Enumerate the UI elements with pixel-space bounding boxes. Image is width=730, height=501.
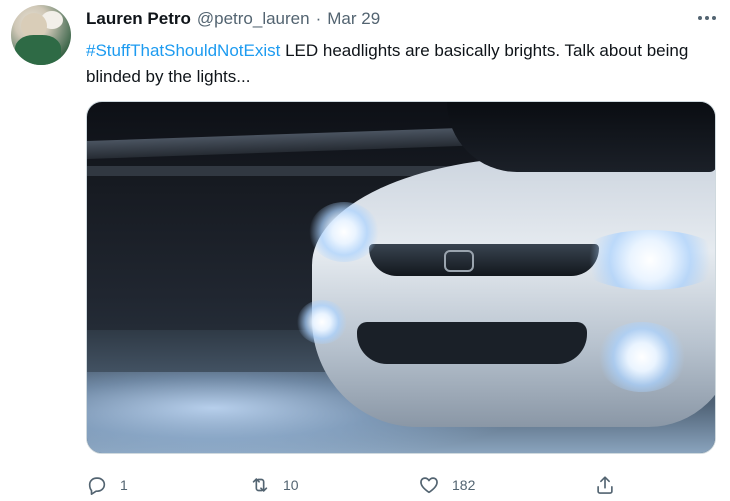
like-button[interactable]: 182	[418, 470, 475, 500]
car-logo	[444, 250, 474, 272]
more-options-icon[interactable]	[690, 6, 724, 30]
tweet-date[interactable]: Mar 29	[327, 9, 380, 29]
foglight-right	[597, 322, 687, 392]
avatar-detail	[15, 35, 61, 65]
tweet: Lauren Petro @petro_lauren · Mar 29 #Stu…	[0, 0, 730, 501]
car-grille	[369, 244, 599, 276]
headlight-right	[575, 230, 715, 290]
separator-dot: ·	[315, 9, 322, 28]
retweet-button[interactable]: 10	[249, 470, 299, 500]
hashtag-link[interactable]: #StuffThatShouldNotExist	[86, 41, 280, 60]
like-icon	[420, 477, 438, 494]
foglight-left	[297, 300, 347, 344]
car-lower-grille	[357, 322, 587, 364]
share-icon	[597, 476, 613, 494]
tweet-text: #StuffThatShouldNotExist LED headlights …	[86, 38, 716, 90]
car-windshield	[447, 102, 715, 172]
guard-rail	[87, 166, 467, 176]
author-name[interactable]: Lauren Petro	[86, 9, 191, 29]
headlight-left	[309, 202, 379, 262]
tweet-header: Lauren Petro @petro_lauren · Mar 29	[86, 9, 380, 31]
like-count: 182	[452, 477, 476, 493]
share-button[interactable]	[594, 470, 616, 500]
reply-button[interactable]: 1	[86, 470, 128, 500]
avatar[interactable]	[11, 5, 71, 65]
reply-icon	[88, 477, 106, 495]
retweet-count: 10	[283, 477, 299, 493]
tweet-actions: 1 10 182	[86, 470, 626, 500]
tweet-media-photo[interactable]	[86, 101, 716, 454]
reply-count: 1	[120, 477, 128, 493]
author-handle[interactable]: @petro_lauren	[197, 9, 310, 29]
retweet-icon	[252, 478, 268, 492]
